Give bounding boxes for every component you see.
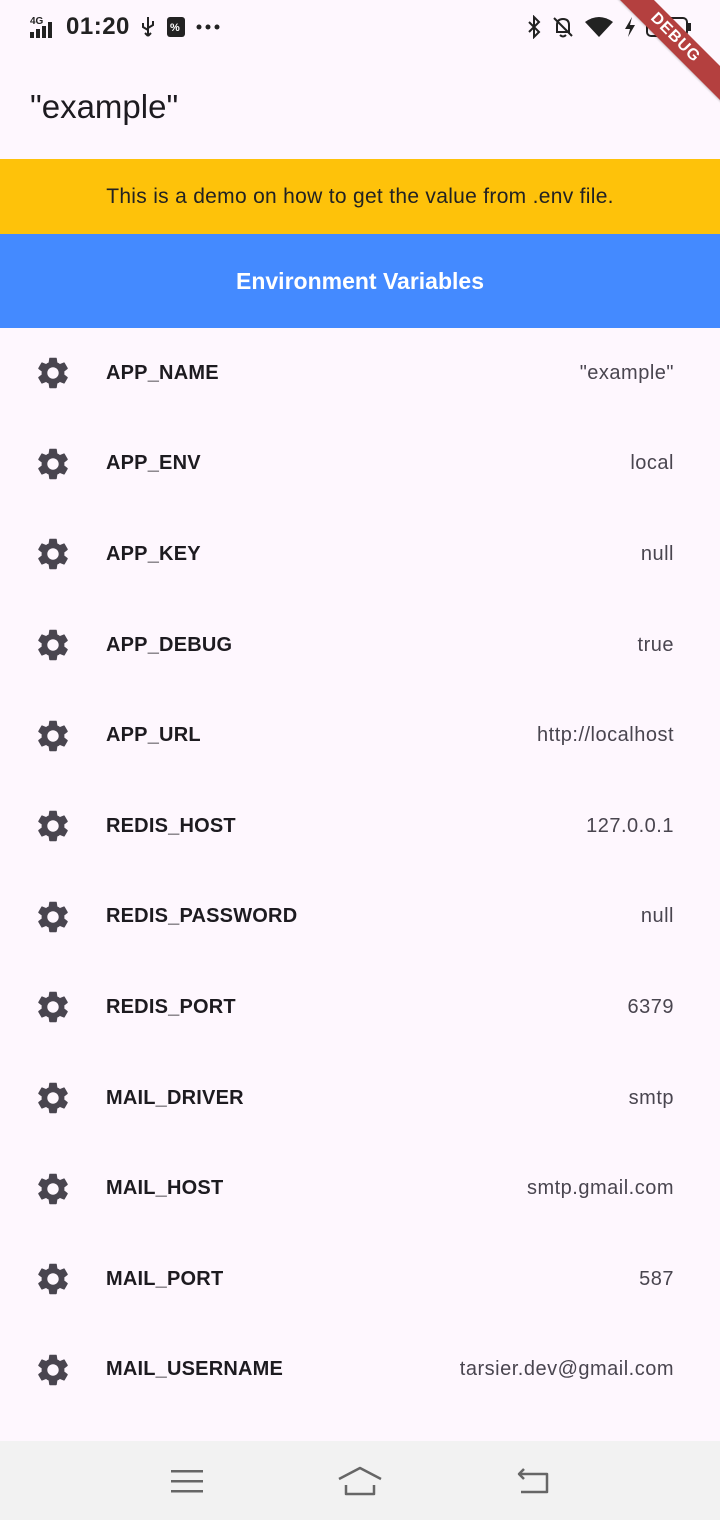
env-var-name: MAIL_PORT [106,1267,224,1290]
status-right: 35 [526,15,692,39]
env-row[interactable]: REDIS_PORT 6379 [0,962,720,1053]
status-bar: 4G 01:20 % 35 [0,0,720,54]
env-var-name: REDIS_HOST [106,814,236,837]
gear-icon [33,1169,73,1209]
gear-icon [33,1350,73,1390]
env-row[interactable]: APP_KEY null [0,509,720,600]
battery-level: 35 [656,20,670,35]
env-var-name: REDIS_PASSWORD [106,905,298,928]
env-var-value: http://localhost [537,724,674,747]
env-var-name: REDIS_PORT [106,995,236,1018]
bell-off-icon [552,15,574,39]
bluetooth-icon [526,15,542,39]
gear-icon [33,625,73,665]
env-var-value: local [630,452,674,475]
usb-icon [140,16,156,38]
signal-icon: 4G [28,14,56,40]
env-row[interactable]: APP_URL http://localhost [0,690,720,781]
gear-icon [33,897,73,937]
section-header: Environment Variables [0,234,720,328]
gear-icon [33,806,73,846]
gear-icon [33,1078,73,1118]
back-button[interactable] [503,1451,563,1511]
page-title: "example" [30,87,179,125]
env-row[interactable]: APP_DEBUG true [0,600,720,691]
battery-icon: 35 [646,16,692,38]
env-var-value: 587 [639,1267,674,1290]
gear-icon [33,353,73,393]
svg-text:%: % [170,22,180,34]
env-row[interactable]: MAIL_DRIVER smtp [0,1053,720,1144]
env-var-name: APP_NAME [106,361,219,384]
env-var-name: MAIL_USERNAME [106,1358,284,1381]
env-row[interactable]: APP_ENV local [0,419,720,510]
back-icon [518,1467,549,1493]
app-bar: "example" [0,54,720,159]
gear-icon [33,987,73,1027]
more-icon [196,23,220,31]
gear-icon [33,534,73,574]
env-var-name: MAIL_DRIVER [106,1086,244,1109]
env-var-value: "example" [579,361,674,384]
env-var-name: APP_ENV [106,452,201,475]
env-row[interactable]: REDIS_PASSWORD null [0,872,720,963]
env-var-name: APP_KEY [106,542,201,565]
env-var-value: 6379 [627,995,674,1018]
home-icon [338,1466,382,1495]
gear-icon [33,1259,73,1299]
env-var-name: MAIL_HOST [106,1177,224,1200]
env-var-value: 127.0.0.1 [586,814,674,837]
env-var-value: null [640,542,674,565]
status-time: 01:20 [66,13,130,40]
env-var-name: APP_URL [106,724,201,747]
home-button[interactable] [330,1451,390,1511]
env-row[interactable]: MAIL_USERNAME tarsier.dev@gmail.com [0,1325,720,1416]
env-var-name: APP_DEBUG [106,633,233,656]
menu-icon [170,1469,203,1492]
status-left: 4G 01:20 % [28,13,220,41]
wifi-icon [584,15,614,39]
env-var-value: smtp.gmail.com [526,1177,674,1200]
navigation-bar [0,1441,720,1520]
section-title: Environment Variables [236,267,484,294]
env-row[interactable]: APP_NAME "example" [0,328,720,419]
env-list: APP_NAME "example" APP_ENV local APP_KEY null… [0,328,720,1415]
env-row[interactable]: MAIL_PORT 587 [0,1234,720,1325]
info-banner: This is a demo on how to get the value f… [0,159,720,234]
env-row[interactable]: REDIS_HOST 127.0.0.1 [0,781,720,872]
env-var-value: tarsier.dev@gmail.com [459,1358,674,1381]
env-var-value: true [637,633,674,656]
network-type-label: 4G [30,16,44,27]
gear-icon [33,444,73,484]
menu-button[interactable] [157,1451,217,1511]
env-var-value: null [640,905,674,928]
env-var-value: smtp [628,1086,674,1109]
info-banner-text: This is a demo on how to get the value f… [106,184,614,208]
env-row[interactable]: MAIL_HOST smtp.gmail.com [0,1143,720,1234]
data-saver-icon: % [166,16,186,38]
charging-icon [624,16,636,38]
gear-icon [33,716,73,756]
